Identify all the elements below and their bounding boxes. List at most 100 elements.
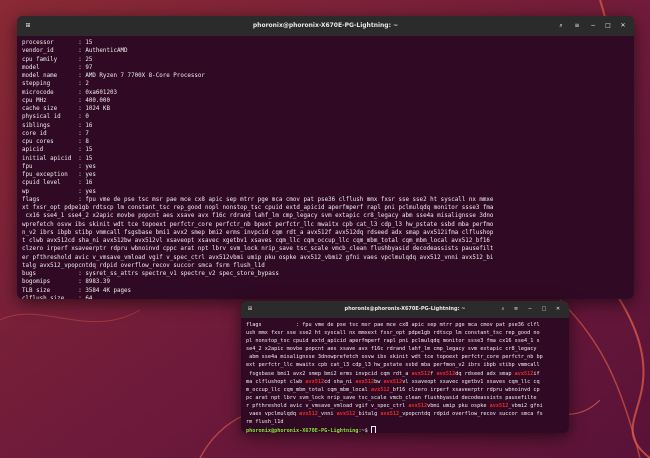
output-line: microcode : 0xa601203 (22, 89, 117, 96)
output-text: cd sha_ni (324, 378, 356, 385)
title-bar[interactable]: ⊞ phoronix@phoronix-X670E-PG-Lightning: … (241, 301, 569, 318)
output-line: r pfthreshold avic v_vmsave_vmload vgif … (246, 402, 564, 410)
output-line: cpu MHz : 400.000 (22, 97, 110, 104)
output-text: rm flush_l1d (246, 419, 284, 426)
output-line: clzero irperf xsaveerptr rdpru wbnoinvd … (22, 246, 494, 253)
output-line: wp : yes (22, 188, 96, 195)
output-text: vaes vpclmulqdq (246, 411, 300, 418)
text-cursor (370, 426, 376, 433)
output-line: bogomips : 8983.39 (22, 279, 110, 286)
grep-match: avx512 (383, 378, 403, 385)
output-line: rm flush_l1d (246, 418, 564, 426)
output-text: if (533, 370, 540, 377)
grep-match: avx512 (355, 378, 375, 385)
terminal-output[interactable]: processor : 15 vendor_id : AuthenticAMD cp… (22, 39, 629, 299)
output-line: initial apicid : 15 (22, 155, 93, 162)
output-line: wprefetch osvw ibs skinit wdt tce topoex… (22, 221, 494, 228)
output-line: model : 97 (22, 64, 93, 71)
output-line: talg avx512_vpopcntdq rdpid overflow_rec… (22, 262, 265, 269)
window-title: phoronix@phoronix-X670E-PG-Lightning: ~ (252, 22, 399, 29)
output-line: xt fxsr_opt pdpe1gb rdtscp lm constant_t… (22, 205, 494, 211)
output-line: model name : AMD Ryzen 7 7700X 8-Core Pr… (22, 73, 205, 79)
output-text: _bitalg (355, 411, 381, 418)
output-line: cache size : 1024 KB (22, 106, 110, 112)
output-line: cx16 sse4_1 sse4_2 x2apic movbe popcnt a… (22, 213, 494, 220)
output-line: vendor_id : AuthenticAMD (22, 48, 128, 55)
output-line: physical id : 0 (22, 114, 89, 121)
output-line: flags : fpu vme de pse tsc msr pae mce c… (246, 321, 564, 329)
terminal-output[interactable]: flags : fpu vme de pse tsc msr pae mce c… (246, 321, 564, 433)
output-text: _vpopcntdq rdpid overflow_recov succor s… (399, 411, 543, 418)
output-line: pl nonstop_tsc cpuid extd_apicid aperfmp… (246, 337, 564, 345)
output-text: vbmi umip pku ospke (427, 402, 490, 409)
prompt-user-host: phoronix@phoronix-X670E-PG-Lightning (246, 428, 359, 433)
output-line: ush mmx fxsr sse sse2 ht syscall nx mmxe… (246, 329, 564, 337)
minimize-icon[interactable]: − (586, 16, 600, 36)
output-line: fsgsbase bmi1 avx2 smep bmi2 erms invpci… (246, 370, 564, 378)
output-text: flags : fpu vme de pse tsc msr pae mce c… (246, 322, 540, 328)
close-icon[interactable]: ✕ (552, 301, 564, 318)
output-text: abm sse4a misalignsse 3dnowprefetch osvw… (246, 354, 543, 361)
title-bar[interactable]: ⊞ phoronix@phoronix-X670E-PG-Lightning: … (17, 16, 634, 36)
output-text: m_occup_llc cqm_mbm_total cqm_mbm_local (246, 386, 371, 393)
output-line: cpu family : 25 (22, 56, 93, 63)
output-line: t clwb avx512cd sha_ni avx512bw avx512vl… (22, 238, 490, 244)
grep-match: avx512 (411, 370, 431, 377)
output-text: ext perfctr_llc mwaitx cpb cat_l3 cdp_l3… (246, 362, 540, 369)
output-line: clflush size : 64 (22, 295, 93, 299)
output-line: n_v2 ibrs ibpb stibp vmmcall fsgsbase bm… (22, 229, 494, 236)
grep-match: avx512 (370, 386, 390, 393)
close-icon[interactable]: ✕ (616, 16, 630, 36)
menu-icon[interactable]: ≡ (570, 16, 584, 36)
output-text: ma clflushopt clwb (246, 378, 306, 385)
prompt-suffix: :~$ (358, 428, 371, 433)
output-text: se4_2 x2apic movbe popcnt aes xsave avx … (246, 346, 537, 353)
output-text: _bf16 clzero irperf xsaveerptr rdpru wbn… (389, 386, 540, 393)
maximize-icon[interactable]: □ (601, 16, 615, 36)
output-line: m_occup_llc cqm_mbm_total cqm_mbm_local … (246, 386, 564, 394)
output-line: abm sse4a misalignsse 3dnowprefetch osvw… (246, 353, 564, 361)
output-text: pl nonstop_tsc cpuid extd_apicid aperfmp… (246, 338, 540, 345)
output-line: fpu : yes (22, 163, 96, 170)
output-line: processor : 15 (22, 40, 93, 46)
output-text: _vnni (317, 411, 337, 418)
output-text: r pfthreshold avic v_vmsave_vmload vgif … (246, 402, 409, 409)
grep-match: avx512 (408, 402, 428, 409)
output-line: cpu cores : 8 (22, 139, 89, 145)
grep-match: avx512 (489, 402, 509, 409)
output-line: TLB size : 3584 4K pages (22, 287, 132, 294)
search-icon[interactable]: ⌕ (497, 301, 509, 318)
output-text: ush mmx fxsr sse sse2 ht syscall nx mmxe… (246, 330, 540, 337)
grep-match: avx512 (436, 370, 456, 377)
output-line: pc arat npt lbrv svm_lock nrip_save tsc_… (246, 394, 564, 402)
maximize-icon[interactable]: □ (538, 301, 550, 318)
output-line: siblings : 16 (22, 122, 93, 129)
output-line: apicid : 15 (22, 147, 93, 154)
output-text: fsgsbase bmi1 avx2 smep bmi2 erms invpci… (246, 370, 412, 377)
terminal-window-secondary[interactable]: ⊞ phoronix@phoronix-X670E-PG-Lightning: … (241, 301, 569, 433)
minimize-icon[interactable]: − (524, 301, 536, 318)
grep-match: avx512 (299, 411, 318, 418)
prompt-line[interactable]: phoronix@phoronix-X670E-PG-Lightning:~$ (246, 426, 564, 433)
output-line: core id : 7 (22, 130, 89, 137)
terminal-window-main[interactable]: ⊞ phoronix@phoronix-X670E-PG-Lightning: … (17, 16, 634, 299)
output-line: fpu_exception : yes (22, 172, 96, 178)
output-line: stepping : 2 (22, 81, 89, 88)
output-line: ext perfctr_llc mwaitx cpb cat_l3 cdp_l3… (246, 361, 564, 369)
output-text: pc arat npt lbrv svm_lock nrip_save tsc_… (246, 394, 537, 401)
output-line: ma clflushopt clwb avx512cd sha_ni avx51… (246, 378, 564, 386)
output-text: dq rdseed adx smap (455, 370, 515, 377)
output-line: se4_2 x2apic movbe popcnt aes xsave avx … (246, 345, 564, 353)
grep-match: avx512 (514, 370, 534, 377)
grep-match: avx512 (380, 411, 400, 418)
grep-match: avx512 (305, 378, 325, 385)
menu-icon[interactable]: ≡ (510, 301, 522, 318)
output-line: bugs : sysret_ss_attrs spectre_v1 spectr… (22, 271, 279, 277)
output-text: _vbmi2 gfni (508, 402, 543, 409)
output-line: cpuid level : 16 (22, 180, 93, 187)
output-line: flags : fpu vme de pse tsc msr pae mce c… (22, 196, 494, 203)
search-icon[interactable]: ⌕ (554, 16, 568, 36)
output-line: vaes vpclmulqdq avx512_vnni avx512_bital… (246, 410, 564, 418)
output-text: vl xsaveopt xsavec xgetbv1 xsaves cqm_ll… (402, 378, 540, 385)
grep-match: avx512 (336, 411, 356, 418)
